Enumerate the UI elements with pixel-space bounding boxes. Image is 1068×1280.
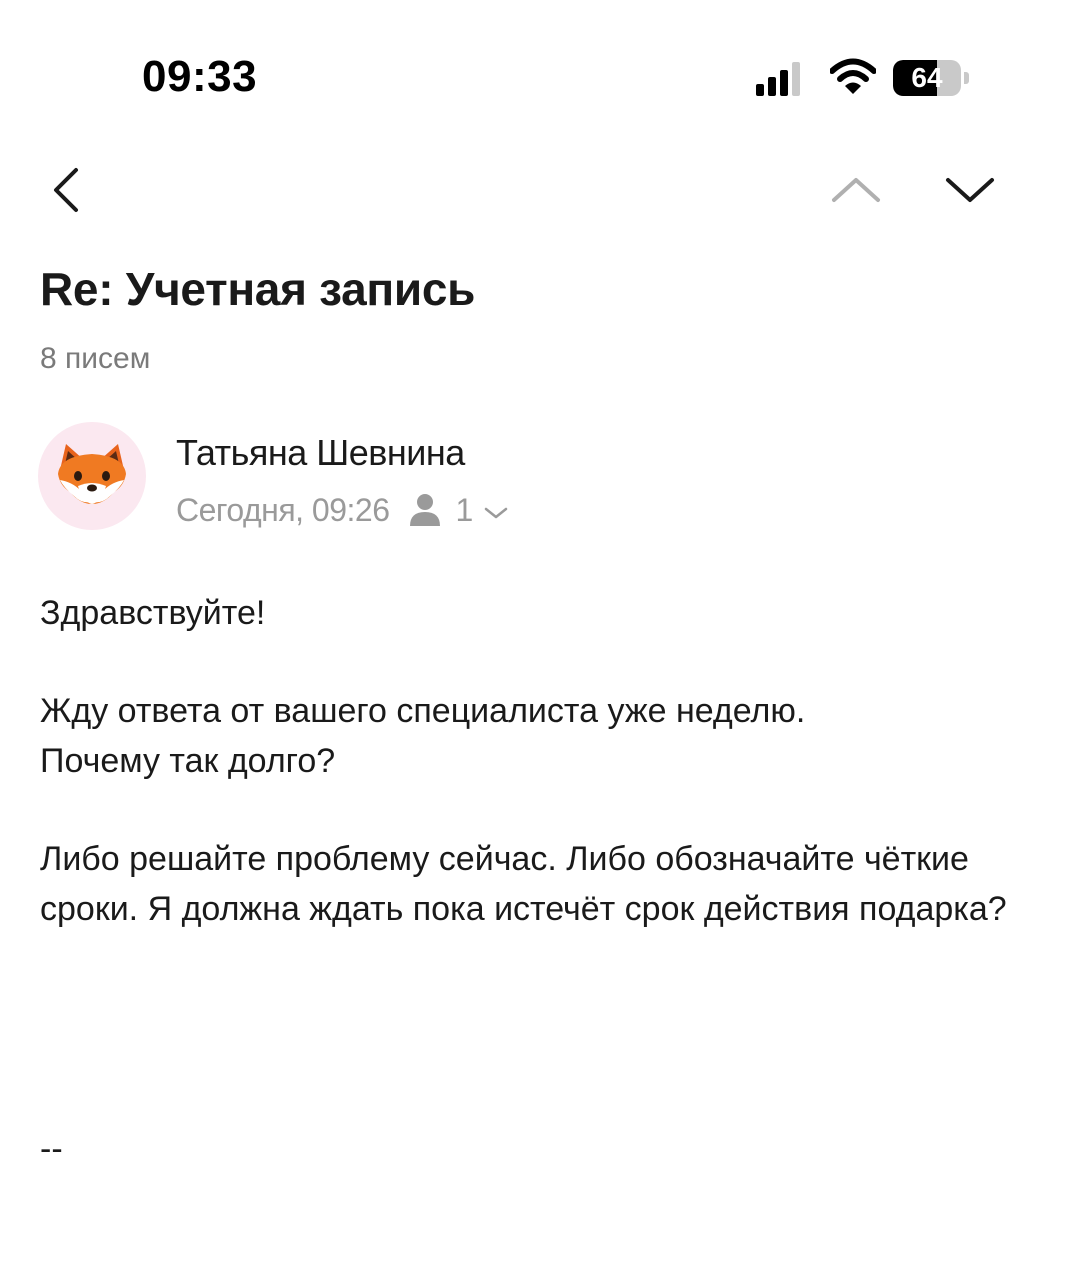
recipients-toggle[interactable]: 1: [408, 492, 510, 529]
cellular-signal-icon: [756, 62, 800, 96]
battery-tip: [964, 72, 969, 84]
recipient-count: 1: [455, 491, 474, 528]
thread-subject: Re: Учетная запись: [40, 263, 476, 315]
battery-level: 64: [911, 62, 943, 93]
status-clock: 09:33: [142, 52, 258, 101]
chevron-left-icon: [54, 168, 78, 212]
body-paragraph: Жду ответа от вашего специалиста уже нед…: [40, 692, 806, 780]
back-button[interactable]: [40, 160, 96, 220]
chevron-up-icon: [832, 178, 880, 202]
body-paragraph: Либо решайте проблему сейчас. Либо обозн…: [40, 840, 1007, 928]
status-bar: 09:33 64: [0, 0, 1068, 140]
message-date: Сегодня, 09:26: [176, 491, 390, 528]
avatar[interactable]: [38, 422, 146, 530]
previous-message-button[interactable]: [826, 166, 886, 214]
sender-name[interactable]: Татьяна Шевнина: [176, 432, 465, 474]
message-count: 8 писем: [40, 342, 151, 375]
chevron-down-icon: [946, 178, 994, 202]
person-icon: [409, 494, 440, 526]
message-meta: Сегодня, 09:26 1: [176, 488, 509, 532]
message-body: Здравствуйте! Жду ответа от вашего специ…: [40, 588, 1030, 982]
greeting-paragraph: Здравствуйте!: [40, 594, 266, 632]
next-message-button[interactable]: [940, 166, 1000, 214]
fox-emoji-avatar: [58, 444, 126, 504]
wifi-icon: [830, 58, 876, 94]
signature-separator: --: [40, 1130, 63, 1168]
battery-indicator: 64: [893, 60, 971, 98]
chevron-down-icon: [485, 507, 508, 519]
